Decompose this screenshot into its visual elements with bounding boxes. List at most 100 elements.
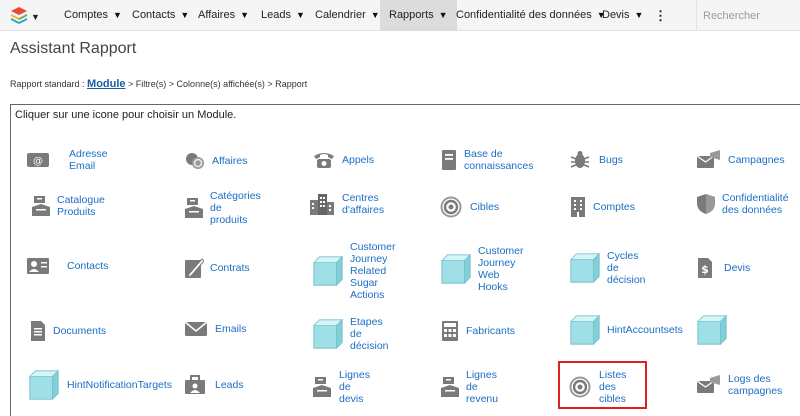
cube-icon bbox=[28, 369, 60, 401]
module-confidentialité-des-données[interactable]: Confidentialité des données bbox=[696, 192, 789, 216]
module-lignes-de-revenu[interactable]: Lignes de revenu bbox=[440, 369, 498, 405]
module-label: Appels bbox=[342, 154, 375, 166]
chevron-down-icon: ▼ bbox=[295, 10, 305, 20]
module-leads[interactable]: Leads bbox=[184, 375, 244, 395]
nav-label: Calendrier bbox=[315, 9, 366, 21]
chevron-down-icon: ▼ bbox=[113, 10, 122, 20]
svg-text:$: $ bbox=[701, 263, 709, 276]
module-lignes-de-devis[interactable]: Lignes de devis bbox=[312, 369, 370, 405]
instruction-text: Cliquer sur une icone pour choisir un Mo… bbox=[15, 109, 237, 121]
module-hintnotificationtargets[interactable]: HintNotificationTargets bbox=[28, 369, 172, 401]
module-bugs[interactable]: Bugs bbox=[569, 150, 623, 170]
module-devis[interactable]: $ Devis bbox=[696, 257, 750, 279]
module-catalogue-produits[interactable]: Catalogue Produits bbox=[31, 194, 105, 218]
phone-icon bbox=[312, 150, 336, 170]
stack-logo-icon bbox=[11, 7, 27, 24]
nav-comptes[interactable]: Comptes ▼ bbox=[64, 0, 122, 31]
module-label: Lignes de devis bbox=[339, 369, 370, 405]
module-label: Confidentialité des données bbox=[722, 192, 789, 216]
module-label: Cibles bbox=[470, 201, 500, 213]
module-label: Comptes bbox=[593, 201, 636, 213]
module-appels[interactable]: Appels bbox=[312, 150, 374, 170]
cube-icon bbox=[312, 318, 344, 350]
module-label: Customer Journey Related Sugar Actions bbox=[350, 241, 396, 301]
module-comptes[interactable]: Comptes bbox=[569, 196, 635, 218]
nav-label: Confidentialité des données bbox=[456, 9, 592, 21]
module-label: Bugs bbox=[599, 154, 623, 166]
nav-affaires[interactable]: Affaires ▼ bbox=[198, 0, 249, 31]
top-navbar: ▼ Comptes ▼ Contacts ▼ Affaires ▼ Leads ▼ Ca… bbox=[0, 0, 800, 31]
app-logo-menu[interactable]: ▼ bbox=[9, 6, 43, 26]
nav-calendrier[interactable]: Calendrier ▼ bbox=[315, 0, 380, 31]
contract-icon bbox=[184, 257, 204, 279]
page-title: Assistant Rapport bbox=[10, 40, 137, 57]
module-label: Campagnes bbox=[728, 154, 785, 166]
chevron-down-icon: ▼ bbox=[31, 12, 40, 22]
module-label: Emails bbox=[215, 323, 247, 335]
chevron-down-icon: ▼ bbox=[180, 10, 190, 20]
nav-label: Affaires bbox=[198, 9, 236, 21]
module-label: Adresse Email bbox=[69, 148, 108, 172]
module-catégories-de-produits[interactable]: Catégories de produits bbox=[184, 190, 261, 226]
target-icon bbox=[440, 196, 462, 218]
module-base-de-connaissances[interactable]: Base de connaissances bbox=[440, 148, 533, 172]
breadcrumb-prefix: Rapport standard : bbox=[10, 79, 88, 89]
module-adresse-email[interactable]: @ Adresse Email bbox=[26, 148, 108, 172]
campaign-icon bbox=[696, 150, 722, 170]
module-label: Affaires bbox=[212, 155, 248, 167]
product-icon bbox=[312, 376, 332, 398]
breadcrumb-suffix: > Filtre(s) > Colonne(s) affichée(s) > R… bbox=[125, 79, 308, 89]
nav-label: Comptes bbox=[64, 9, 109, 21]
module-label: Customer Journey Web Hooks bbox=[478, 245, 524, 293]
nav-label: Rapports bbox=[389, 9, 434, 21]
module-cycles-de-décision[interactable]: Cycles de décision bbox=[569, 250, 646, 286]
building-icon bbox=[569, 196, 587, 218]
cube-icon bbox=[569, 314, 601, 346]
module-unnamed[interactable] bbox=[696, 314, 728, 346]
leads-icon bbox=[184, 375, 206, 395]
breadcrumb: Rapport standard : Module > Filtre(s) > … bbox=[10, 78, 307, 90]
module-customer-journey-related-sugar-actions[interactable]: Customer Journey Related Sugar Actions bbox=[312, 241, 396, 301]
email-address-icon: @ bbox=[26, 151, 50, 169]
module-affaires[interactable]: Affaires bbox=[184, 150, 247, 172]
module-label: Leads bbox=[215, 379, 244, 391]
book-icon bbox=[440, 149, 458, 171]
cube-icon bbox=[696, 314, 728, 346]
nav-devis[interactable]: Devis ▼ bbox=[602, 0, 643, 31]
cube-icon bbox=[312, 255, 344, 287]
module-label: Fabricants bbox=[466, 325, 516, 337]
nav-label: Leads bbox=[261, 9, 291, 21]
module-label: Devis bbox=[724, 262, 751, 274]
breadcrumb-module-link[interactable]: Module bbox=[87, 78, 126, 90]
module-hintaccountsets[interactable]: HintAccountsets bbox=[569, 314, 683, 346]
envelope-icon bbox=[184, 320, 208, 338]
module-emails[interactable]: Emails bbox=[184, 320, 247, 338]
more-menu-icon[interactable]: ⋮ bbox=[654, 0, 667, 31]
module-campagnes[interactable]: Campagnes bbox=[696, 150, 785, 170]
module-label: Cycles de décision bbox=[607, 250, 646, 286]
nav-confidentialite[interactable]: Confidentialité des données ▼ bbox=[456, 0, 606, 31]
module-cibles[interactable]: Cibles bbox=[440, 196, 499, 218]
chevron-down-icon: ▼ bbox=[438, 10, 448, 20]
nav-contacts[interactable]: Contacts ▼ bbox=[132, 0, 189, 31]
module-label: Contacts bbox=[67, 260, 109, 272]
module-fabricants[interactable]: Fabricants bbox=[440, 320, 515, 342]
module-contrats[interactable]: Contrats bbox=[184, 257, 250, 279]
cube-icon bbox=[569, 252, 601, 284]
module-logs-des-campagnes[interactable]: Logs des campagnes bbox=[696, 373, 782, 397]
module-centres-d-affaires[interactable]: Centres d'affaires bbox=[309, 192, 384, 216]
module-customer-journey-web-hooks[interactable]: Customer Journey Web Hooks bbox=[440, 245, 524, 293]
module-contacts[interactable]: Contacts bbox=[26, 257, 108, 275]
chevron-down-icon: ▼ bbox=[634, 10, 644, 20]
module-label: Base de connaissances bbox=[464, 148, 534, 172]
module-label: HintAccountsets bbox=[607, 324, 683, 336]
selection-highlight bbox=[558, 361, 647, 409]
shield-icon bbox=[696, 193, 716, 215]
coins-icon bbox=[184, 150, 206, 172]
nav-leads[interactable]: Leads ▼ bbox=[261, 0, 305, 31]
nav-rapports[interactable]: Rapports ▼ bbox=[380, 0, 457, 31]
module-documents[interactable]: Documents bbox=[29, 320, 106, 342]
cube-icon bbox=[440, 253, 472, 285]
search-input[interactable] bbox=[697, 4, 800, 27]
module-etapes-de-décision[interactable]: Etapes de décision bbox=[312, 316, 389, 352]
